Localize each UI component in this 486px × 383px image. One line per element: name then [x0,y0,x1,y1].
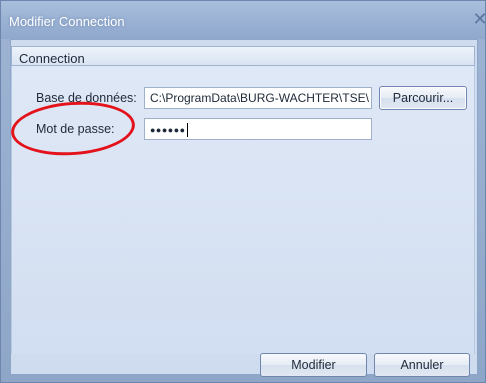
cancel-button[interactable]: Annuler [374,353,470,377]
window-title: Modifier Connection [9,14,125,29]
browse-button[interactable]: Parcourir... [379,86,467,110]
modify-button[interactable]: Modifier [260,353,367,377]
text-caret [186,122,188,137]
title-bar[interactable]: Modifier Connection [1,1,485,39]
close-icon[interactable]: ✕ [471,9,486,29]
group-title: Connection [19,51,85,66]
modifier-connection-dialog: Modifier Connection ✕ Connection Base de… [0,0,486,383]
password-field[interactable]: ●●●●●● [144,118,372,140]
password-mask: ●●●●●● [150,125,186,135]
database-path-field[interactable]: C:\ProgramData\BURG-WACHTER\TSE\ [144,87,372,109]
